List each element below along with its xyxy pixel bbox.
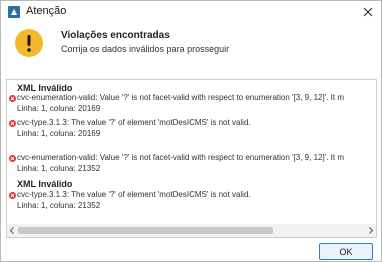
error-icon (9, 120, 16, 127)
list-item: XML Inválido cvc-enumeration-valid: Valu… (7, 80, 376, 117)
entry-message: cvc-type.3.1.3: The value '?' of element… (17, 190, 251, 199)
error-icon (9, 155, 16, 162)
violations-list[interactable]: XML Inválido cvc-enumeration-valid: Valu… (6, 79, 377, 238)
violations-viewport: XML Inválido cvc-enumeration-valid: Valu… (7, 80, 376, 224)
entry-title: XML Inválido (17, 179, 73, 189)
chevron-right-icon (369, 227, 374, 234)
entry-location: Linha: 1, coluna: 21352 (17, 164, 101, 173)
entry-title: XML Inválido (17, 83, 73, 93)
entry-message: cvc-enumeration-valid: Value '?' is not … (17, 93, 345, 102)
entry-location: Linha: 1, coluna: 21352 (17, 201, 101, 210)
dialog-subheading: Corrija os dados inválidos para prossegu… (61, 44, 230, 54)
error-icon (9, 192, 16, 199)
entry-message: cvc-enumeration-valid: Value '?' is not … (17, 153, 345, 162)
ok-button[interactable]: OK (319, 243, 373, 260)
scroll-left-button[interactable] (7, 224, 17, 237)
entry-location: Linha: 1, coluna: 20169 (17, 104, 101, 113)
app-logo-icon (8, 6, 20, 18)
list-item: XML Inválido cvc-type.3.1.3: The value '… (7, 176, 376, 213)
entry-message: cvc-type.3.1.3: The value '?' of element… (17, 118, 251, 127)
warning-icon (15, 29, 43, 57)
error-icon (9, 95, 16, 102)
dialog-header: Violações encontradas Corrija os dados i… (1, 23, 381, 73)
horizontal-scrollbar[interactable] (7, 224, 376, 237)
scroll-right-button[interactable] (366, 224, 376, 237)
scrollbar-thumb[interactable] (18, 227, 273, 234)
alert-dialog: Atenção Violações encontradas Corrija os… (0, 0, 382, 262)
close-icon (363, 7, 373, 17)
chevron-left-icon (9, 227, 14, 234)
entry-location: Linha: 1, coluna: 20169 (17, 129, 101, 138)
list-item: cvc-enumeration-valid: Value '?' is not … (7, 140, 376, 177)
close-button[interactable] (359, 3, 377, 21)
dialog-heading: Violações encontradas (61, 30, 170, 41)
window-title: Atenção (26, 5, 67, 17)
title-bar: Atenção (1, 1, 381, 23)
